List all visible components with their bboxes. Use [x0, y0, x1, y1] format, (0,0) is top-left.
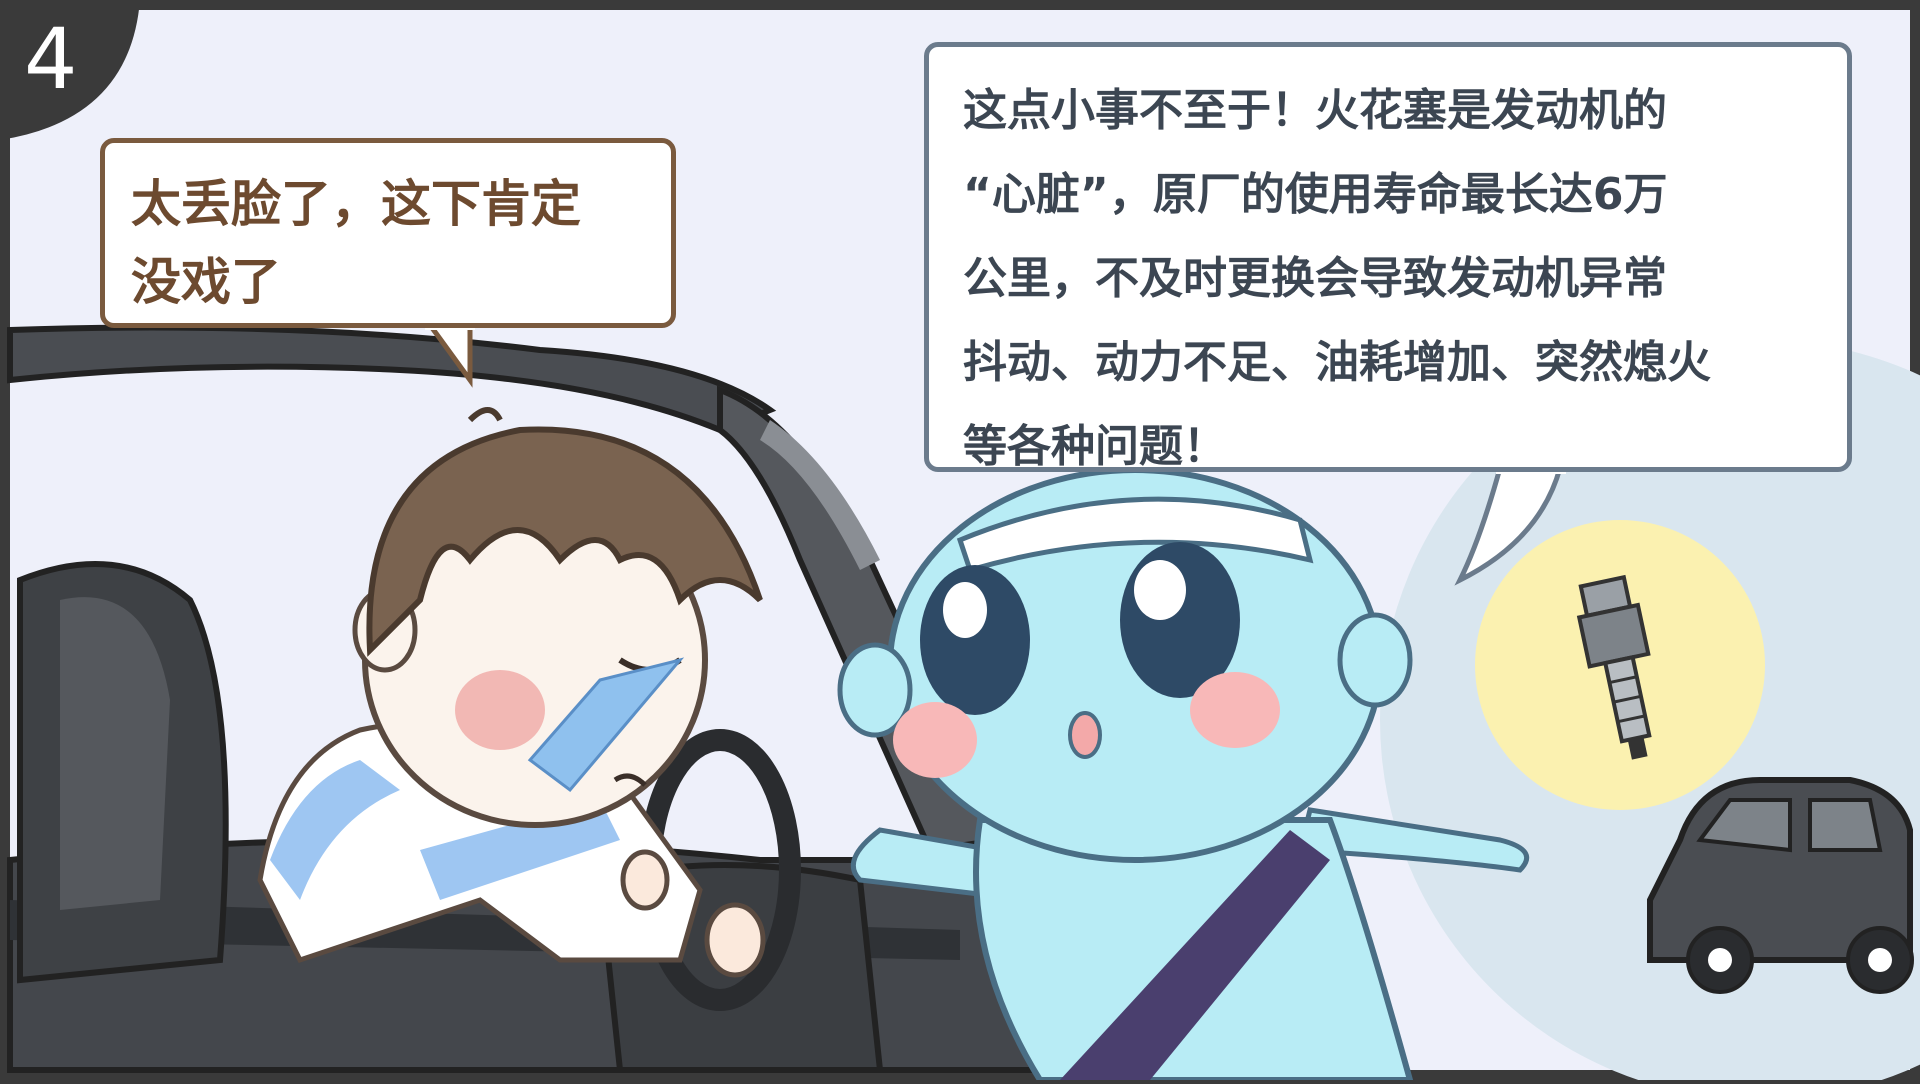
speech-bubble-boy: 太丢脸了，这下肯定 没戏了 [100, 138, 676, 328]
bubble-line: 没戏了 [131, 253, 281, 311]
speech-bubble-mascot: 这点小事不至于！火花塞是发动机的 “心脏”，原厂的使用寿命最长达6万 公里，不及… [924, 42, 1852, 472]
comic-panel: 4 太丢脸了，这下肯定 没戏了 这点小事不至于！火花塞是发动机的 “心脏”，原厂… [0, 0, 1920, 1084]
spark-plug-highlight [1475, 520, 1765, 810]
panel-number: 4 [24, 10, 78, 108]
bubble-line: 这点小事不至于！火花塞是发动机的 [963, 85, 1667, 136]
bubble-line: “心脏”，原厂的使用寿命最长达6万 [963, 169, 1668, 220]
bubble-line: 太丢脸了，这下肯定 [131, 175, 581, 233]
bubble-line: 公里，不及时更换会导致发动机异常 [963, 253, 1667, 304]
bubble-line: 等各种问题！ [963, 421, 1227, 472]
bubble-line: 抖动、动力不足、油耗增加、突然熄火 [963, 337, 1711, 388]
